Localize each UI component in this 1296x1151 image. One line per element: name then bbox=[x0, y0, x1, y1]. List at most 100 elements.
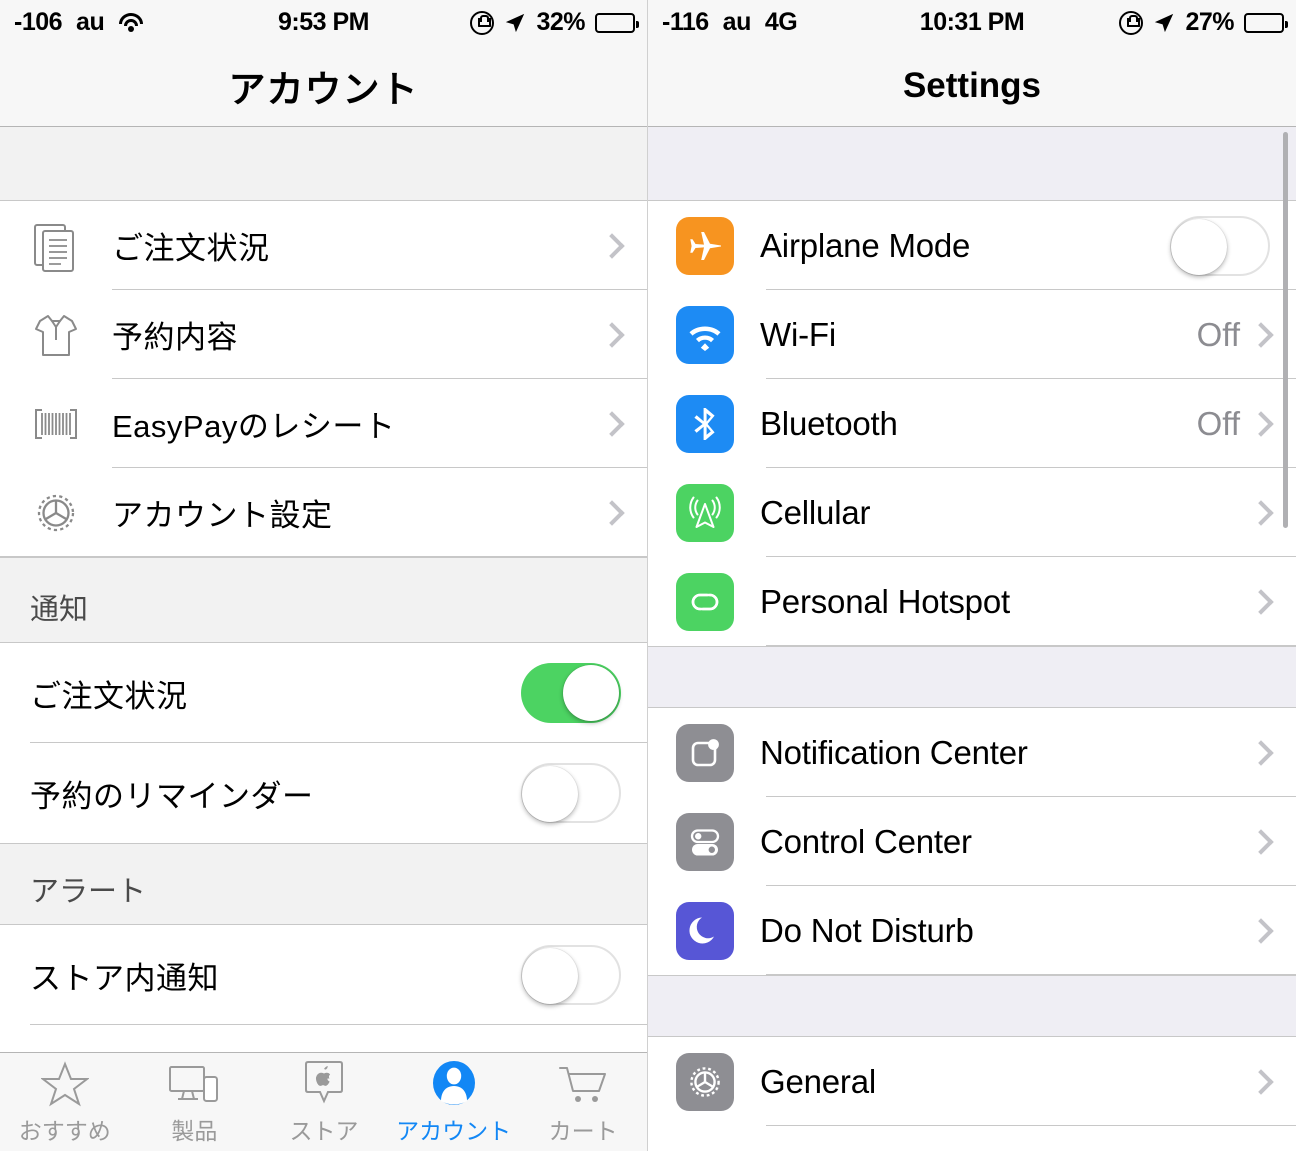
chevron-right-icon bbox=[1248, 828, 1274, 855]
settings-row-label: Notification Center bbox=[760, 733, 1028, 771]
nav-bar-left: アカウント bbox=[0, 45, 647, 127]
tshirt-icon bbox=[24, 303, 88, 367]
reservation-reminder-toggle[interactable] bbox=[521, 763, 621, 823]
chevron-right-icon bbox=[1248, 321, 1274, 348]
menu-item-label: アカウント設定 bbox=[112, 498, 333, 533]
apple-store-account-screen: -106 au 9:53 PM 32% アカウント ご注文状況 予約内容 Eas… bbox=[0, 0, 648, 1151]
tab-label: アカウント bbox=[396, 1117, 512, 1144]
airplane-mode-toggle[interactable] bbox=[1170, 215, 1270, 276]
settings-row-general[interactable]: General bbox=[648, 1037, 1296, 1126]
menu-item-label: EasyPayのレシート bbox=[112, 409, 396, 444]
page-title: Settings bbox=[902, 65, 1042, 105]
tab-label: カート bbox=[548, 1117, 618, 1144]
chevron-right-icon bbox=[1248, 739, 1274, 766]
store-pin-icon bbox=[302, 1059, 346, 1107]
star-icon bbox=[40, 1059, 89, 1107]
settings-row-label: Do Not Disturb bbox=[760, 911, 974, 949]
battery-percent-label: 32% bbox=[536, 8, 585, 36]
control-center-icon bbox=[676, 812, 734, 871]
toggle-label: 予約のリマインダー bbox=[30, 778, 314, 814]
top-spacer-right bbox=[648, 127, 1296, 201]
menu-item-reservations[interactable]: 予約内容 bbox=[0, 290, 647, 379]
documents-icon bbox=[24, 214, 88, 278]
chevron-right-icon bbox=[1248, 588, 1274, 615]
status-bar-clock: 10:31 PM bbox=[919, 8, 1025, 36]
account-menu-group: ご注文状況 予約内容 EasyPayのレシート アカウント設定 bbox=[0, 201, 647, 557]
settings-row-label: Cellular bbox=[760, 493, 871, 531]
battery-icon bbox=[595, 12, 639, 33]
top-spacer-left bbox=[0, 127, 647, 201]
settings-row-cellular[interactable]: Cellular bbox=[648, 468, 1296, 557]
page-title: アカウント bbox=[228, 68, 419, 110]
settings-group-notifications: Notification Center Control Center Do No… bbox=[648, 708, 1296, 975]
wifi-status-value: Off bbox=[1196, 315, 1240, 353]
battery-percent-label: 27% bbox=[1185, 8, 1234, 36]
tab-label: 製品 bbox=[171, 1117, 218, 1144]
bluetooth-icon bbox=[676, 394, 734, 453]
toggle-label: ご注文状況 bbox=[30, 678, 188, 714]
status-bar-right: -116 au 4G 10:31 PM 27% bbox=[648, 0, 1296, 45]
tab-store[interactable]: ストア bbox=[259, 1059, 389, 1146]
settings-group-spacer-2 bbox=[648, 975, 1296, 1037]
chevron-right-icon bbox=[1248, 1068, 1274, 1095]
tab-label: おすすめ bbox=[18, 1117, 111, 1144]
chevron-right-icon bbox=[599, 321, 625, 348]
carrier-name: au bbox=[722, 8, 752, 36]
airplane-icon bbox=[676, 216, 734, 275]
order-status-toggle[interactable] bbox=[521, 663, 621, 723]
settings-row-label: Control Center bbox=[760, 822, 972, 860]
menu-item-account-settings[interactable]: アカウント設定 bbox=[0, 468, 647, 557]
rotation-lock-icon bbox=[470, 10, 495, 35]
carrier-name: au bbox=[76, 8, 105, 36]
notification-toggle-group: ご注文状況 予約のリマインダー bbox=[0, 643, 647, 843]
toggle-label: ストア内通知 bbox=[30, 960, 219, 996]
notification-center-icon bbox=[676, 723, 734, 782]
battery-icon bbox=[1244, 12, 1288, 33]
settings-row-label: Personal Hotspot bbox=[760, 582, 1010, 620]
settings-group-spacer-1 bbox=[648, 646, 1296, 708]
settings-row-do-not-disturb[interactable]: Do Not Disturb bbox=[648, 886, 1296, 975]
chevron-right-icon bbox=[1248, 499, 1274, 526]
settings-row-personal-hotspot[interactable]: Personal Hotspot bbox=[648, 557, 1296, 646]
devices-icon bbox=[168, 1059, 220, 1107]
ios-settings-screen: -116 au 4G 10:31 PM 27% Settings Airplan… bbox=[648, 0, 1296, 1151]
settings-row-notification-center[interactable]: Notification Center bbox=[648, 708, 1296, 797]
toggle-row-reservation-reminder[interactable]: 予約のリマインダー bbox=[0, 743, 647, 843]
wifi-icon bbox=[676, 305, 734, 364]
chevron-right-icon bbox=[599, 410, 625, 437]
chevron-right-icon bbox=[1248, 410, 1274, 437]
tab-cart[interactable]: カート bbox=[518, 1059, 647, 1146]
account-person-icon bbox=[430, 1059, 478, 1107]
tab-label: ストア bbox=[289, 1117, 359, 1144]
signal-strength-value: -106 bbox=[14, 8, 63, 36]
settings-row-label: Bluetooth bbox=[760, 404, 898, 442]
menu-item-label: 予約内容 bbox=[112, 320, 238, 355]
alert-toggle-group: ストア内通知 bbox=[0, 925, 647, 1025]
status-bar-clock: 9:53 PM bbox=[278, 8, 369, 36]
status-bar-left: -106 au 9:53 PM 32% bbox=[0, 0, 647, 45]
section-header-alerts: アラート bbox=[0, 843, 647, 925]
vertical-scrollbar[interactable] bbox=[1283, 132, 1288, 528]
in-store-notification-toggle[interactable] bbox=[521, 945, 621, 1005]
toggle-row-in-store-notifications[interactable]: ストア内通知 bbox=[0, 925, 647, 1025]
tab-account[interactable]: アカウント bbox=[389, 1059, 519, 1146]
cart-icon bbox=[557, 1059, 609, 1107]
network-type-label: 4G bbox=[764, 8, 798, 36]
menu-item-order-status[interactable]: ご注文状況 bbox=[0, 201, 647, 290]
settings-row-label: Wi-Fi bbox=[760, 315, 836, 353]
tab-bar: おすすめ 製品 ストア アカウント カート bbox=[0, 1052, 647, 1151]
menu-item-easypay-receipts[interactable]: EasyPayのレシート bbox=[0, 379, 647, 468]
menu-item-label: ご注文状況 bbox=[112, 231, 270, 266]
settings-row-wifi[interactable]: Wi-Fi Off bbox=[648, 290, 1296, 379]
settings-group-connectivity: Airplane Mode Wi-Fi Off Bluetooth Off Ce… bbox=[648, 201, 1296, 646]
settings-row-control-center[interactable]: Control Center bbox=[648, 797, 1296, 886]
settings-row-airplane-mode[interactable]: Airplane Mode bbox=[648, 201, 1296, 290]
toggle-row-order-status[interactable]: ご注文状況 bbox=[0, 643, 647, 743]
tab-featured[interactable]: おすすめ bbox=[0, 1059, 130, 1146]
settings-row-bluetooth[interactable]: Bluetooth Off bbox=[648, 379, 1296, 468]
tab-products[interactable]: 製品 bbox=[130, 1059, 260, 1146]
gear-icon bbox=[676, 1052, 734, 1111]
location-arrow-icon bbox=[506, 13, 525, 32]
hotspot-link-icon bbox=[676, 572, 734, 631]
dual-screenshot-container: -106 au 9:53 PM 32% アカウント ご注文状況 予約内容 Eas… bbox=[0, 0, 1296, 1151]
